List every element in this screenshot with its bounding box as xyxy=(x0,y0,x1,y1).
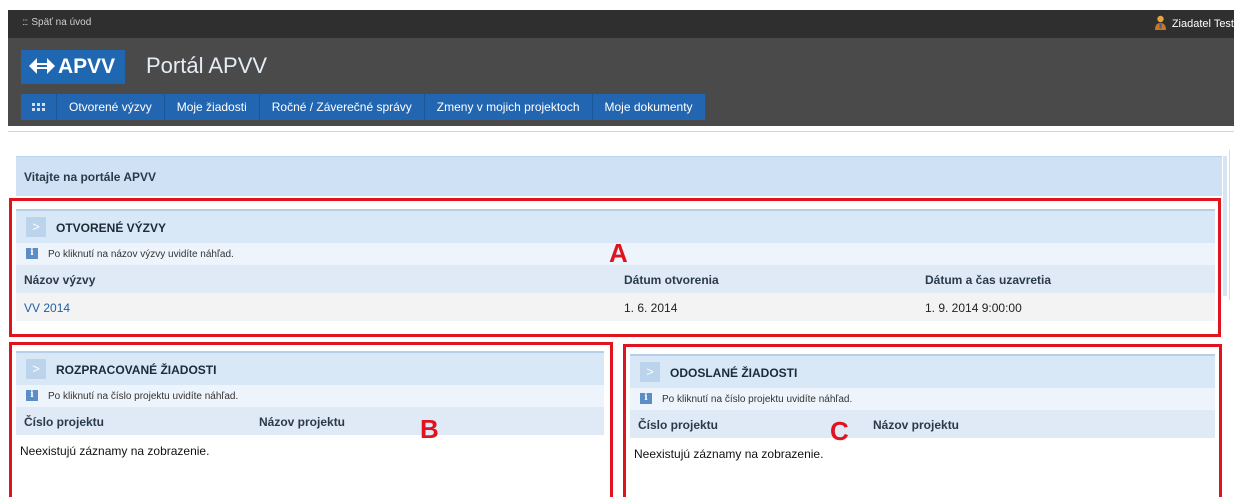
nav-item-open-calls[interactable]: Otvorené výzvy xyxy=(57,94,165,120)
nav-bar: Otvorené výzvy Moje žiadosti Ročné / Záv… xyxy=(21,94,706,120)
welcome-banner: Vitajte na portále APVV xyxy=(16,156,1222,196)
annotation-label-c: C xyxy=(830,416,849,446)
nav-item-my-documents[interactable]: Moje dokumenty xyxy=(593,94,706,120)
annotation-box-b xyxy=(9,342,613,497)
logo-text: APVV xyxy=(58,55,116,78)
apps-grid-icon xyxy=(32,103,45,111)
grid-dots-icon: ::: xyxy=(22,17,28,28)
main-nav: Otvorené výzvy Moje žiadosti Ročné / Záv… xyxy=(8,94,1234,126)
double-arrow-icon xyxy=(29,58,55,74)
apps-menu-button[interactable] xyxy=(21,94,57,120)
scrollbar-track[interactable] xyxy=(1223,156,1227,296)
user-icon xyxy=(1154,15,1166,30)
user-menu[interactable]: Ziadatel Test xyxy=(1154,15,1234,30)
annotation-label-b: B xyxy=(420,414,439,444)
portal-title: Portál APVV xyxy=(146,53,268,78)
top-bar: ::: Späť na úvod Ziadatel Test xyxy=(8,10,1234,38)
header-divider xyxy=(8,131,1234,132)
nav-item-project-changes[interactable]: Zmeny v mojich projektoch xyxy=(425,94,593,120)
annotation-label-a: A xyxy=(609,238,628,268)
back-link-label: Späť na úvod xyxy=(31,17,92,28)
apvv-logo[interactable]: APVV xyxy=(21,50,125,84)
user-name: Ziadatel Test xyxy=(1171,18,1234,30)
app-header: APVV Portál APVV xyxy=(8,38,1234,94)
back-to-home-link[interactable]: ::: Späť na úvod xyxy=(22,17,91,28)
annotation-box-c xyxy=(623,344,1222,497)
side-divider xyxy=(1229,150,1230,300)
nav-item-my-applications[interactable]: Moje žiadosti xyxy=(165,94,260,120)
nav-item-reports[interactable]: Ročné / Záverečné správy xyxy=(260,94,425,120)
